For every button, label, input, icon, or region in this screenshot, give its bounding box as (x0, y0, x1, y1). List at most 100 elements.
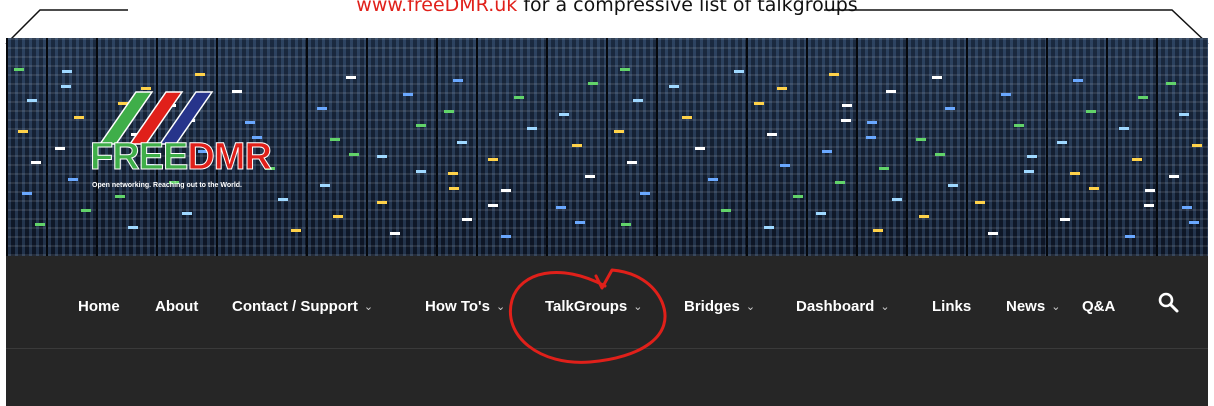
nav-item-links[interactable]: Links (932, 298, 971, 315)
logo-word-free: FREE (89, 136, 188, 179)
server-rack (546, 38, 608, 256)
server-led (514, 96, 524, 99)
server-led (975, 201, 985, 204)
server-led (1182, 206, 1192, 209)
nav-item-label: Bridges (684, 298, 740, 315)
nav-item-bridges[interactable]: Bridges ⌄ (684, 298, 755, 315)
server-led (682, 116, 692, 119)
server-led (916, 138, 926, 141)
server-led (886, 90, 896, 93)
server-led (945, 107, 955, 110)
server-led (320, 184, 330, 187)
website-frame: FREEDMR Open networking. Reaching out to… (6, 38, 1208, 406)
server-led (448, 172, 458, 175)
server-led (988, 232, 998, 235)
server-led (780, 164, 790, 167)
server-rack (606, 38, 658, 256)
server-led (377, 155, 387, 158)
callout-rest-text: for a compressive list of talkgroups (517, 0, 858, 16)
server-led (527, 127, 537, 130)
server-rack (906, 38, 968, 256)
nav-item-dashboard[interactable]: Dashboard ⌄ (796, 298, 890, 315)
freedmr-logo[interactable]: FREEDMR Open networking. Reaching out to… (89, 78, 280, 198)
server-rack (306, 38, 368, 256)
server-led (640, 192, 650, 195)
callout-text: www.freeDMR.uk for a compressive list of… (0, 0, 1214, 16)
server-led (866, 136, 876, 139)
server-led (620, 68, 630, 71)
server-led (708, 178, 718, 181)
server-led (867, 121, 877, 124)
server-rack (656, 38, 748, 256)
server-led (1169, 175, 1179, 178)
server-led (74, 116, 84, 119)
server-rack (436, 38, 478, 256)
server-rack (366, 38, 438, 256)
server-led (501, 235, 511, 238)
nav-item-talkgroups[interactable]: TalkGroups ⌄ (545, 298, 642, 315)
server-led (1192, 144, 1202, 147)
server-led (1144, 204, 1154, 207)
nav-item-q-a[interactable]: Q&A (1082, 298, 1115, 315)
nav-item-about[interactable]: About (155, 298, 198, 315)
server-led (317, 107, 327, 110)
server-led (1132, 158, 1142, 161)
server-led (457, 141, 467, 144)
main-navigation: Home About Contact / Support ⌄ How To's ⌄ Talk… (6, 256, 1208, 349)
server-led (1070, 172, 1080, 175)
chevron-down-icon: ⌄ (1051, 301, 1061, 313)
nav-item-contact-support[interactable]: Contact / Support ⌄ (232, 298, 373, 315)
logo-word-dmr: DMR (187, 136, 273, 179)
server-rack (856, 38, 908, 256)
server-led (1014, 124, 1024, 127)
server-led (195, 73, 205, 76)
server-led (61, 85, 71, 88)
server-led (31, 161, 41, 164)
server-led (81, 209, 91, 212)
nav-item-label: Links (932, 298, 972, 315)
server-led (377, 201, 387, 204)
server-rack (1106, 38, 1158, 256)
server-led (403, 93, 413, 96)
search-icon[interactable] (1156, 290, 1180, 314)
nav-item-how-to-s[interactable]: How To's ⌄ (425, 298, 505, 315)
server-led (1057, 141, 1067, 144)
server-led (444, 110, 454, 113)
nav-item-news[interactable]: News ⌄ (1006, 298, 1060, 315)
server-led (585, 175, 595, 178)
server-led (767, 133, 777, 136)
server-led (62, 70, 72, 73)
server-led (721, 209, 731, 212)
server-led (1086, 110, 1096, 113)
server-led (349, 153, 359, 156)
server-led (333, 215, 343, 218)
nav-item-label: How To's (425, 298, 490, 315)
content-area (6, 349, 1208, 406)
server-led (182, 212, 192, 215)
callout-link[interactable]: www.freeDMR.uk (356, 0, 517, 16)
server-led (572, 144, 582, 147)
nav-item-label: Dashboard (796, 298, 875, 315)
server-led (1179, 113, 1189, 116)
server-led (764, 226, 774, 229)
server-led (1001, 93, 1011, 96)
server-led (695, 147, 705, 150)
server-led (1189, 221, 1199, 224)
chevron-down-icon: ⌄ (363, 301, 374, 313)
server-led (278, 198, 288, 201)
server-led (1073, 79, 1083, 82)
chevron-down-icon: ⌄ (880, 301, 890, 313)
server-led (932, 76, 942, 79)
nav-item-label: TalkGroups (545, 298, 628, 315)
nav-item-home[interactable]: Home (78, 298, 120, 315)
server-led (291, 229, 301, 232)
server-led (621, 223, 631, 226)
server-led (35, 223, 45, 226)
nav-item-label: Contact / Support (232, 298, 358, 315)
server-rack (966, 38, 1048, 256)
server-led (488, 158, 498, 161)
server-led (1125, 235, 1135, 238)
server-led (18, 130, 28, 133)
header-banner: FREEDMR Open networking. Reaching out to… (6, 38, 1208, 256)
server-led (390, 232, 400, 235)
